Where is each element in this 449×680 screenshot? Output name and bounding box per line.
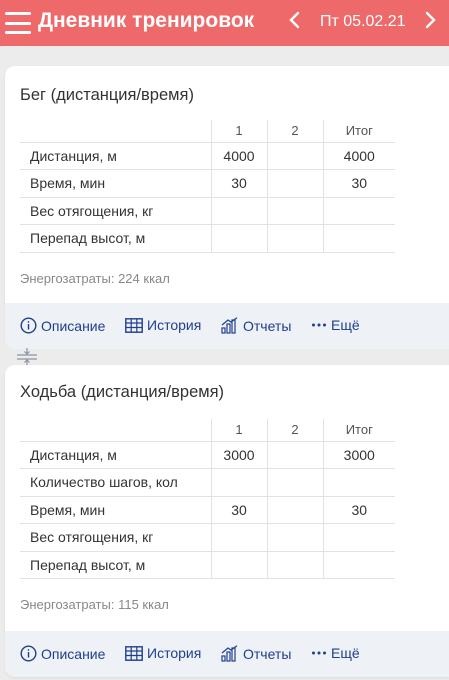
info-icon [20, 645, 37, 662]
card-actions-bar: Описание История Отчеты Ещё [5, 631, 449, 677]
more-button[interactable]: Ещё [311, 645, 360, 661]
cell-total: 4000 [323, 142, 395, 170]
table-row: Перепад высот, м [20, 551, 395, 579]
description-button[interactable]: Описание [20, 317, 105, 334]
cell-set-1[interactable]: 4000 [211, 142, 268, 170]
more-dots-icon [312, 651, 326, 655]
cell-set-1[interactable]: 3000 [211, 441, 268, 469]
table-row: Перепад высот, м [20, 224, 395, 253]
drag-handle-icon[interactable] [16, 347, 38, 367]
bar-chart-icon [221, 645, 238, 662]
cell-total: 30 [323, 496, 395, 524]
cell-set-1[interactable] [211, 197, 268, 225]
description-label: Описание [41, 317, 106, 334]
exercise-card-running: Бег (дистанция/время) 1 2 Итог Дистанция… [5, 66, 449, 349]
row-label: Дистанция, м [20, 142, 212, 170]
hamburger-menu-icon[interactable] [5, 12, 31, 34]
more-dots-icon [312, 323, 326, 327]
cell-total [323, 224, 395, 253]
cell-total: 3000 [323, 441, 395, 469]
more-label: Ещё [331, 317, 360, 333]
table-grid-icon [125, 317, 143, 333]
column-header-set-1: 1 [211, 120, 268, 143]
cell-set-2[interactable] [267, 224, 324, 253]
history-label: История [147, 317, 202, 333]
current-date[interactable]: Пт 05.02.21 [320, 13, 406, 31]
cell-set-2[interactable] [267, 551, 324, 579]
history-label: История [147, 645, 202, 661]
history-button[interactable]: История [125, 317, 201, 333]
cell-set-1[interactable] [211, 224, 268, 253]
table-row: Дистанция, м 4000 4000 [20, 142, 395, 170]
table-header-row: 1 2 Итог [20, 120, 395, 143]
exercise-card-walking: Ходьба (дистанция/время) 1 2 Итог Дистан… [5, 365, 449, 677]
cell-set-2[interactable] [267, 142, 324, 170]
reports-button[interactable]: Отчеты [221, 317, 291, 334]
table-grid-icon [125, 645, 143, 661]
cell-set-2[interactable] [267, 441, 324, 469]
description-button[interactable]: Описание [20, 645, 105, 662]
next-day-button[interactable] [425, 10, 437, 34]
info-icon [20, 317, 37, 334]
history-button[interactable]: История [125, 645, 201, 661]
app-title: Дневник тренировок [38, 9, 255, 32]
row-label: Дистанция, м [20, 441, 212, 469]
more-button[interactable]: Ещё [311, 317, 360, 333]
table-row: Вес отягощения, кг [20, 523, 395, 552]
table-row: Количество шагов, кол [20, 468, 395, 497]
table-header-empty [20, 419, 212, 442]
chevron-right-icon [425, 11, 436, 29]
column-header-set-2: 2 [267, 120, 324, 143]
exercise-table: 1 2 Итог Дистанция, м 4000 4000 Время, м… [20, 120, 395, 253]
cell-set-1[interactable] [211, 523, 268, 552]
cell-set-2[interactable] [267, 523, 324, 552]
cell-set-1[interactable]: 30 [211, 496, 268, 524]
column-header-set-1: 1 [211, 419, 268, 442]
reports-button[interactable]: Отчеты [221, 645, 291, 662]
cell-set-2[interactable] [267, 197, 324, 225]
exercise-title[interactable]: Ходьба (дистанция/время) [20, 383, 224, 402]
more-label: Ещё [331, 645, 360, 661]
energy-expenditure: Энергозатраты: 224 ккал [20, 271, 170, 286]
previous-day-button[interactable] [288, 10, 300, 34]
cell-set-2[interactable] [267, 468, 324, 497]
table-row: Время, мин 30 30 [20, 169, 395, 198]
cell-set-1[interactable]: 30 [211, 169, 268, 198]
column-header-set-2: 2 [267, 419, 324, 442]
cell-set-1[interactable] [211, 551, 268, 579]
table-row: Вес отягощения, кг [20, 197, 395, 225]
exercise-title[interactable]: Бег (дистанция/время) [20, 86, 194, 105]
chevron-left-icon [289, 11, 300, 29]
row-label: Вес отягощения, кг [20, 523, 212, 552]
table-header-row: 1 2 Итог [20, 419, 395, 442]
cell-total: 30 [323, 169, 395, 198]
reports-label: Отчеты [243, 317, 292, 334]
column-header-total: Итог [323, 120, 395, 143]
row-label: Время, мин [20, 169, 212, 198]
cell-set-2[interactable] [267, 496, 324, 524]
cell-set-2[interactable] [267, 169, 324, 198]
cell-total [323, 551, 395, 579]
row-label: Количество шагов, кол [20, 468, 212, 497]
cell-set-1[interactable] [211, 468, 268, 497]
row-label: Перепад высот, м [20, 224, 212, 253]
card-actions-bar: Описание История Отчеты Ещё [5, 303, 449, 349]
cell-total [323, 468, 395, 497]
row-label: Время, мин [20, 496, 212, 524]
reports-label: Отчеты [243, 645, 292, 662]
app-bar: Дневник тренировок Пт 05.02.21 [0, 0, 449, 46]
energy-expenditure: Энергозатраты: 115 ккал [20, 597, 169, 612]
table-row: Время, мин 30 30 [20, 496, 395, 524]
exercise-table: 1 2 Итог Дистанция, м 3000 3000 Количест… [20, 419, 395, 579]
table-header-empty [20, 120, 212, 143]
table-row: Дистанция, м 3000 3000 [20, 441, 395, 469]
row-label: Перепад высот, м [20, 551, 212, 579]
description-label: Описание [41, 645, 106, 662]
cell-total [323, 523, 395, 552]
bar-chart-icon [221, 317, 238, 334]
row-label: Вес отягощения, кг [20, 197, 212, 225]
cell-total [323, 197, 395, 225]
column-header-total: Итог [323, 419, 395, 442]
